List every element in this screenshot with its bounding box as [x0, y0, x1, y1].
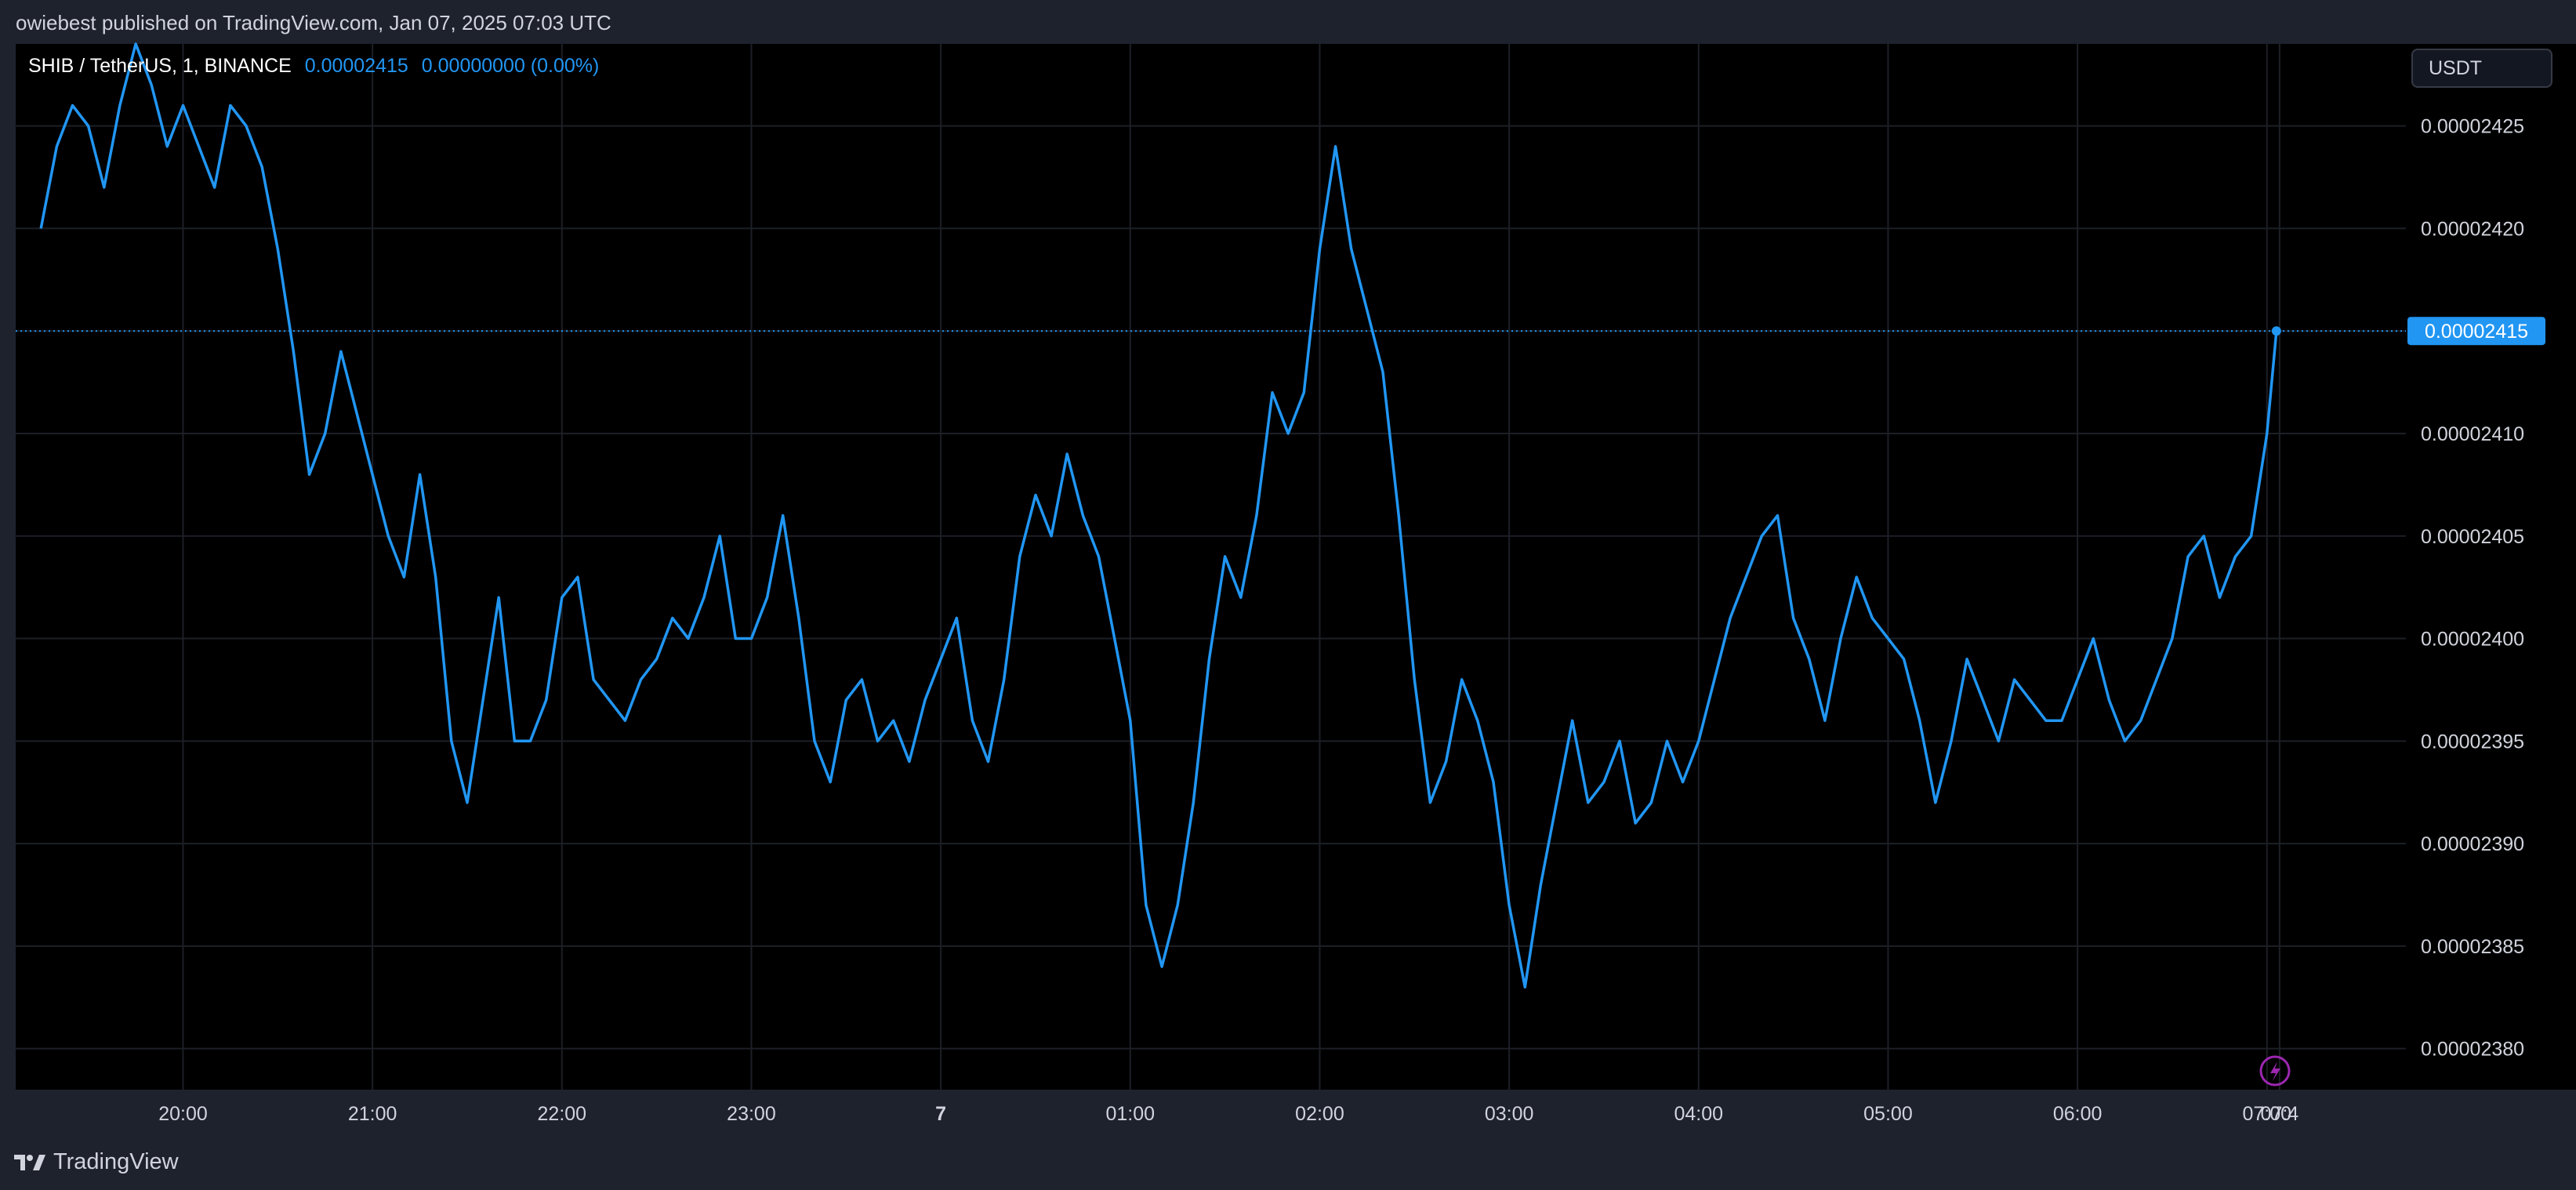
y-tick-label: 0.00002380 — [2421, 1039, 2524, 1061]
y-tick-label: 0.00002420 — [2421, 218, 2524, 240]
x-tick-label: 01:00 — [1106, 1103, 1156, 1125]
legend-price: 0.00002415 — [304, 55, 408, 77]
y-tick-label: 0.00002405 — [2421, 526, 2524, 548]
x-tick-label: 22:00 — [538, 1103, 587, 1125]
x-tick-label: 04:00 — [1674, 1103, 1724, 1125]
y-tick-label: 0.00002400 — [2421, 629, 2524, 651]
price-chart[interactable]: 0.00002425 0.00002420 0.00002415 0.00002410… — [0, 0, 2576, 1134]
y-tick-label: 0.00002410 — [2421, 423, 2524, 445]
x-tick-label: 06:00 — [2053, 1103, 2103, 1125]
last-price-label: 0.00002415 — [2407, 317, 2545, 346]
y-tick-label: 0.00002425 — [2421, 116, 2524, 138]
x-tick-label: 07:4 — [2261, 1103, 2299, 1125]
x-tick-label: 20:00 — [158, 1103, 208, 1125]
x-tick-label: 02:00 — [1295, 1103, 1344, 1125]
symbol-label[interactable]: SHIB / TetherUS, 1, BINANCE — [28, 55, 292, 77]
y-tick-label: 0.00002390 — [2421, 833, 2524, 855]
x-tick-label: 21:00 — [348, 1103, 397, 1125]
last-price-point — [2271, 326, 2281, 336]
x-tick-label: 03:00 — [1485, 1103, 1534, 1125]
chart-legend[interactable]: SHIB / TetherUS, 1, BINANCE 0.00002415 0… — [28, 55, 599, 78]
y-tick-label: 0.00002395 — [2421, 731, 2524, 753]
legend-change: 0.00000000 (0.00%) — [421, 55, 600, 77]
x-tick-label: 05:00 — [1863, 1103, 1913, 1125]
last-price-label-text: 0.00002415 — [2425, 321, 2528, 343]
time-axis: 20:00 21:00 22:00 23:00 7 01:00 02:00 03:00 04:0… — [158, 1103, 2298, 1125]
logo-text: TradingView — [53, 1149, 179, 1174]
x-tick-label: 23:00 — [727, 1103, 776, 1125]
tradingview-logo[interactable]: TradingView — [14, 1149, 179, 1175]
footer: TradingView — [0, 1134, 2576, 1190]
y-tick-label: 0.00002385 — [2421, 936, 2524, 958]
plot-area[interactable] — [16, 44, 2406, 1090]
currency-button[interactable]: USDT — [2411, 49, 2552, 88]
x-tick-label: 7 — [935, 1103, 946, 1125]
price-axis-area[interactable] — [2406, 44, 2576, 1090]
tradingview-logo-icon — [14, 1154, 45, 1170]
